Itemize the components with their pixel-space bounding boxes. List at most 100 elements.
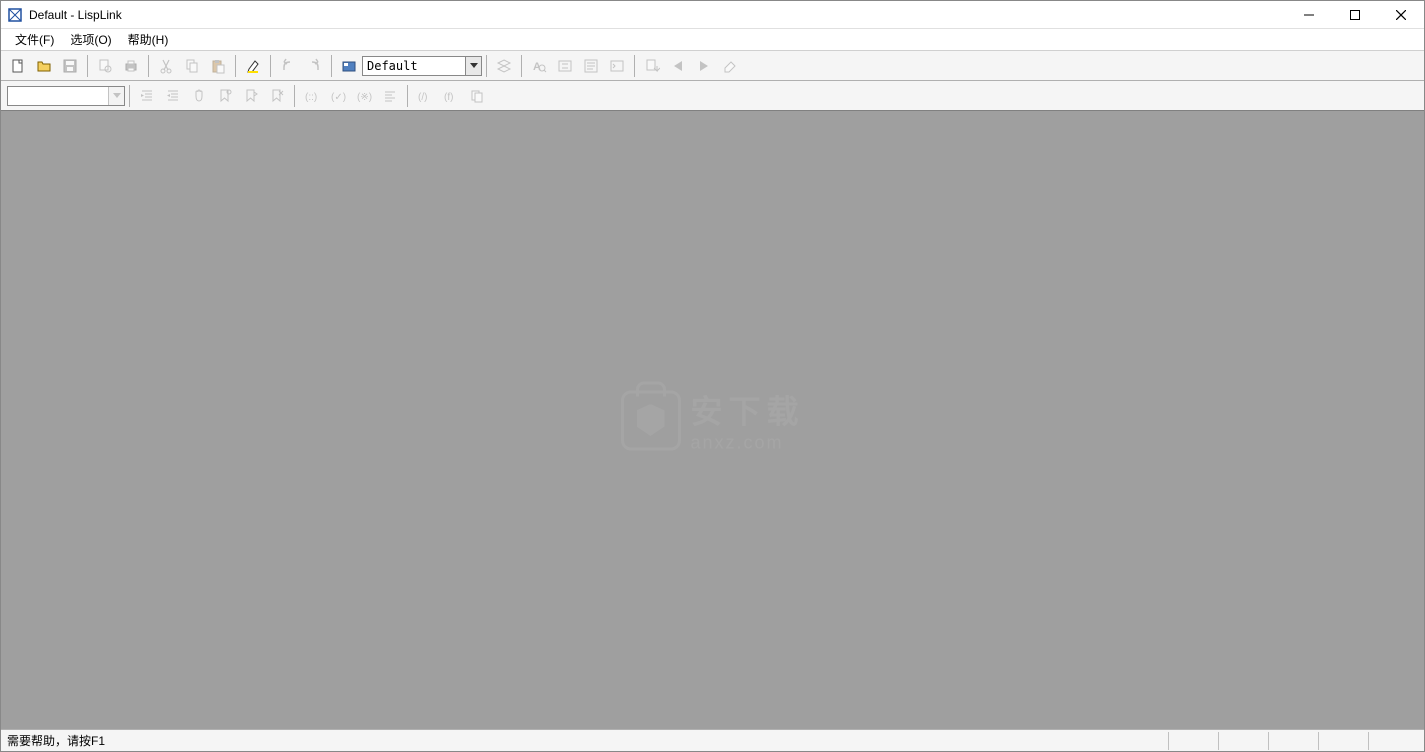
stop-button[interactable] [718, 54, 742, 78]
console-button[interactable] [605, 54, 629, 78]
profile-combo[interactable]: Default [362, 56, 482, 76]
print-preview-button[interactable] [93, 54, 117, 78]
watermark: 安下载 anxz.com [620, 387, 804, 454]
menu-help[interactable]: 帮助(H) [120, 29, 177, 50]
paren-wrap-icon: (※) [356, 88, 372, 104]
undo-icon [280, 58, 296, 74]
menubar: 文件(F) 选项(O) 帮助(H) [1, 29, 1424, 51]
format-icon [583, 58, 599, 74]
toolbar-main: Default A [1, 51, 1424, 81]
symbol-combo[interactable] [7, 86, 125, 106]
print-preview-icon [97, 58, 113, 74]
open-file-button[interactable] [32, 54, 56, 78]
paren-select-button[interactable]: (::) [300, 84, 324, 108]
bookmark-next-icon [243, 88, 259, 104]
new-file-button[interactable] [6, 54, 30, 78]
triangle-right-icon [698, 60, 710, 72]
app-window: Default - LispLink 文件(F) 选项(O) 帮助(H) [0, 0, 1425, 752]
separator [407, 85, 408, 107]
dropdown-arrow-icon [465, 57, 481, 75]
copy-button[interactable] [180, 54, 204, 78]
svg-text:(/): (/) [418, 92, 427, 103]
format-button[interactable] [579, 54, 603, 78]
watermark-shield-icon [620, 390, 680, 450]
separator [331, 55, 332, 77]
indent-icon [139, 88, 155, 104]
bookmark-clear-button[interactable] [265, 84, 289, 108]
replace-icon [557, 58, 573, 74]
insert-fn-button[interactable]: (f) [439, 84, 463, 108]
menu-options[interactable]: 选项(O) [62, 29, 119, 50]
separator [129, 85, 130, 107]
align-button[interactable] [378, 84, 402, 108]
paren-check-icon: (✓) [330, 88, 346, 104]
paren-select-icon: (::) [304, 88, 320, 104]
project-button[interactable] [337, 54, 361, 78]
svg-text:(::): (::) [305, 92, 317, 103]
copy-format-button[interactable] [465, 84, 489, 108]
cut-icon [158, 58, 174, 74]
highlight-icon [245, 58, 261, 74]
cut-button[interactable] [154, 54, 178, 78]
open-folder-icon [36, 58, 52, 74]
app-icon [7, 7, 23, 23]
bookmark-clear-icon [269, 88, 285, 104]
svg-text:(✓): (✓) [331, 92, 346, 103]
bookmark-next-button[interactable] [239, 84, 263, 108]
load-button[interactable] [640, 54, 664, 78]
print-button[interactable] [119, 54, 143, 78]
svg-text:(※): (※) [357, 92, 372, 103]
bookmark-icon [217, 88, 233, 104]
console-icon [609, 58, 625, 74]
status-cell [1218, 732, 1268, 750]
paren-check-button[interactable]: (✓) [326, 84, 350, 108]
close-button[interactable] [1378, 1, 1424, 29]
redo-button[interactable] [302, 54, 326, 78]
outdent-button[interactable] [161, 84, 185, 108]
statusbar: 需要帮助，请按F1 [1, 729, 1424, 751]
outdent-icon [165, 88, 181, 104]
new-file-icon [10, 58, 26, 74]
find-icon: A [531, 58, 547, 74]
hand-button[interactable] [187, 84, 211, 108]
step-forward-button[interactable] [692, 54, 716, 78]
highlight-button[interactable] [241, 54, 265, 78]
insert-paren-button[interactable]: (/) [413, 84, 437, 108]
workspace: 安下载 anxz.com [1, 111, 1424, 729]
separator [521, 55, 522, 77]
paste-button[interactable] [206, 54, 230, 78]
svg-text:A: A [533, 61, 541, 73]
separator [486, 55, 487, 77]
profile-combo-value: Default [363, 59, 465, 73]
paste-icon [210, 58, 226, 74]
minimize-button[interactable] [1286, 1, 1332, 29]
step-back-button[interactable] [666, 54, 690, 78]
replace-button[interactable] [553, 54, 577, 78]
status-cell [1168, 732, 1218, 750]
status-cell [1368, 732, 1418, 750]
window-controls [1286, 1, 1424, 28]
paren-wrap-button[interactable]: (※) [352, 84, 376, 108]
separator [634, 55, 635, 77]
find-button[interactable]: A [527, 54, 551, 78]
redo-icon [306, 58, 322, 74]
eraser-icon [722, 58, 738, 74]
window-title: Default - LispLink [29, 8, 1286, 22]
bookmark-toggle-button[interactable] [213, 84, 237, 108]
toolbar-secondary: (::) (✓) (※) (/) (f) [1, 81, 1424, 111]
layers-button[interactable] [492, 54, 516, 78]
separator [148, 55, 149, 77]
separator [294, 85, 295, 107]
layers-icon [496, 58, 512, 74]
copy-doc-icon [469, 88, 485, 104]
undo-button[interactable] [276, 54, 300, 78]
save-button[interactable] [58, 54, 82, 78]
titlebar: Default - LispLink [1, 1, 1424, 29]
status-cell [1318, 732, 1368, 750]
indent-button[interactable] [135, 84, 159, 108]
maximize-button[interactable] [1332, 1, 1378, 29]
svg-text:(f): (f) [444, 92, 453, 103]
align-icon [382, 88, 398, 104]
menu-file[interactable]: 文件(F) [7, 29, 62, 50]
hand-icon [191, 88, 207, 104]
